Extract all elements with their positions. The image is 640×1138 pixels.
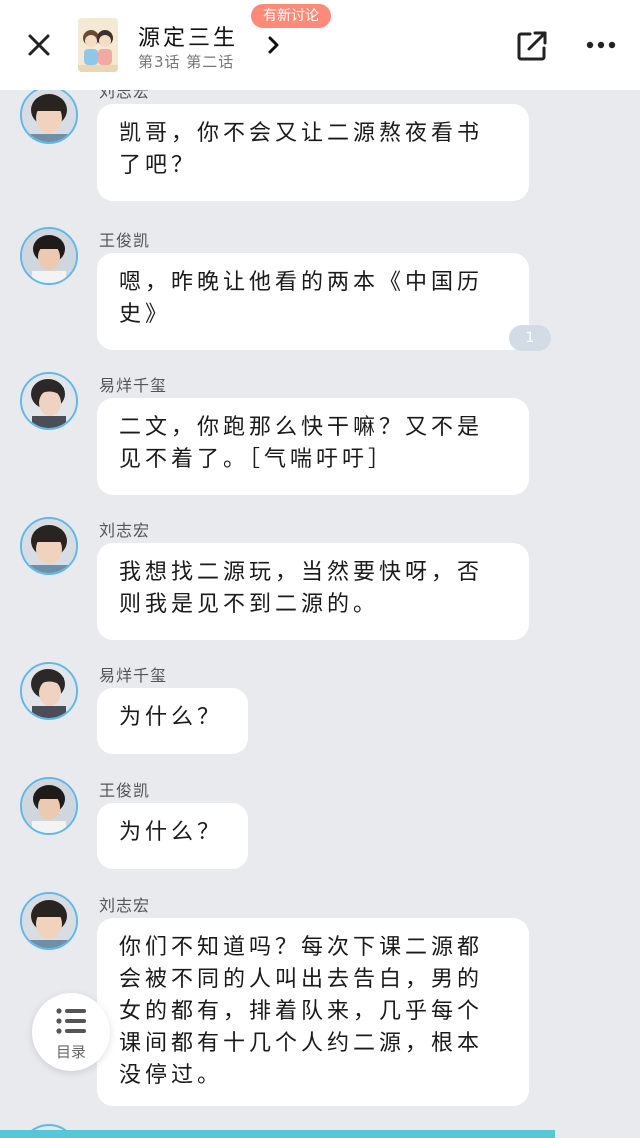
message-text: 嗯，昨晚让他看的两本《中国历史》 — [119, 270, 484, 327]
message-text: 为什么？ — [119, 705, 224, 730]
message-text: 凯哥，你不会又让二源熬夜看书了吧？ — [119, 121, 484, 178]
message-bubble[interactable]: 为什么？ — [97, 688, 248, 754]
share-button[interactable] — [514, 28, 550, 64]
avatar[interactable] — [20, 662, 78, 720]
message-text: 二文，你跑那么快干嘛？又不是见不着了。［气喘吁吁］ — [119, 415, 484, 472]
message-text: 你们不知道吗？每次下课二源都会被不同的人叫出去告白，男的女的都有，排着队来，几乎… — [119, 935, 484, 1088]
story-cover-thumbnail[interactable] — [78, 18, 118, 72]
sender-name: 王俊凯 — [99, 781, 151, 800]
close-icon — [28, 34, 50, 56]
message-bubble[interactable]: 我想找二源玩，当然要快呀，否则我是见不到二源的。 — [97, 543, 529, 640]
message-text: 我想找二源玩，当然要快呀，否则我是见不到二源的。 — [119, 560, 484, 617]
message-bubble[interactable]: 你们不知道吗？每次下课二源都会被不同的人叫出去告白，男的女的都有，排着队来，几乎… — [97, 918, 529, 1106]
more-options-button[interactable] — [584, 30, 618, 60]
sender-name: 易烊千玺 — [99, 376, 168, 395]
message-bubble[interactable]: 嗯，昨晚让他看的两本《中国历史》 — [97, 253, 529, 350]
comment-count-badge[interactable]: 1 — [509, 325, 551, 351]
sender-name: 刘志宏 — [99, 896, 151, 915]
toc-label: 目录 — [55, 1043, 86, 1061]
chapter-subtitle: 第3话 第二话 — [138, 53, 235, 71]
story-title[interactable]: 源定三生 — [138, 20, 238, 52]
avatar[interactable] — [20, 777, 78, 835]
story-detail-button[interactable] — [264, 34, 284, 56]
sender-name: 刘志宏 — [99, 90, 151, 101]
avatar[interactable] — [20, 517, 78, 575]
top-bar: 源定三生 第3话 第二话 有新讨论 — [0, 0, 640, 90]
sender-name: 易烊千玺 — [99, 666, 168, 685]
close-button[interactable] — [24, 30, 54, 60]
reading-progress-bar — [0, 1130, 555, 1138]
table-of-contents-button[interactable]: 目录 — [32, 993, 110, 1071]
avatar[interactable] — [20, 227, 78, 285]
new-discussion-badge[interactable]: 有新讨论 — [251, 4, 331, 28]
sender-name: 刘志宏 — [99, 521, 151, 540]
message-text: 为什么？ — [119, 820, 224, 845]
message-bubble[interactable]: 为什么？ — [97, 803, 248, 869]
share-icon — [517, 31, 547, 61]
sender-name: 王俊凯 — [99, 231, 151, 250]
avatar[interactable] — [20, 90, 78, 144]
more-dots-icon — [586, 41, 616, 49]
message-bubble[interactable]: 凯哥，你不会又让二源熬夜看书了吧？ — [97, 104, 529, 201]
chevron-right-icon — [268, 36, 279, 54]
list-icon — [56, 1008, 86, 1034]
message-bubble[interactable]: 二文，你跑那么快干嘛？又不是见不着了。［气喘吁吁］ — [97, 398, 529, 495]
chat-feed[interactable]: 刘志宏 凯哥，你不会又让二源熬夜看书了吧？ 王俊凯 嗯，昨晚让他看的两本《中国历… — [0, 90, 640, 1138]
avatar[interactable] — [20, 372, 78, 430]
avatar[interactable] — [20, 892, 78, 950]
